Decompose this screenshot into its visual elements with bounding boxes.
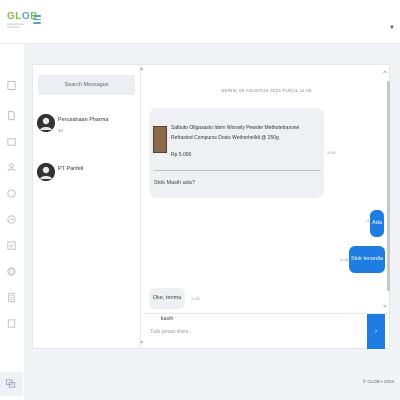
report-icon[interactable] — [6, 292, 17, 303]
contact-item[interactable]: PT Panfeli — [37, 163, 137, 193]
box-icon[interactable] — [6, 136, 17, 147]
date-separator: SENIN, 05 AGUSTUS 2024 PUKUL 11:08 — [221, 88, 312, 93]
book-icon[interactable] — [6, 318, 17, 329]
app-logo[interactable]: GLOB Global Pharma Commerce — [7, 11, 37, 34]
logo-text-1: GL — [7, 11, 22, 22]
footer-copyright: © GLOB • 2024 — [362, 379, 394, 384]
product-message-bubble: Salbuto Ollgasasto Idem Worsely Pewder M… — [149, 108, 324, 198]
checklist-icon[interactable] — [6, 240, 17, 251]
chevron-down-icon[interactable]: ▼ — [389, 25, 395, 31]
message-time: 11:08 — [327, 151, 336, 155]
menu-toggle-icon[interactable] — [33, 15, 41, 24]
chat-icon[interactable] — [5, 378, 16, 389]
message-input[interactable] — [146, 318, 369, 346]
logo-subtitle: Global Pharma Commerce — [7, 23, 24, 29]
logo-text-o: O — [21, 11, 31, 22]
divider — [154, 170, 321, 171]
messages-panel: Search Messages Perusahaan Pharma 1h PT … — [32, 64, 390, 349]
message-bubble-received: Oke, terima kasih — [149, 288, 185, 322]
message-time: 11:09 — [340, 258, 349, 262]
money-icon[interactable] — [6, 214, 17, 225]
sidebar — [0, 44, 25, 400]
dashboard-icon[interactable] — [6, 80, 17, 91]
avatar — [37, 163, 55, 181]
contact-time: 1h — [58, 128, 64, 133]
users-icon[interactable] — [6, 162, 17, 173]
send-button[interactable]: › — [367, 314, 385, 349]
contact-name: PT Panfeli — [58, 166, 84, 172]
scrollbar-thumb[interactable] — [387, 81, 390, 291]
message-time: 11:09 — [191, 297, 200, 301]
contact-list: Search Messages Perusahaan Pharma 1h PT … — [33, 65, 144, 348]
product-title[interactable]: Salbuto Ollgasasto Idem Worsely Pewder M… — [171, 123, 319, 143]
product-thumbnail[interactable] — [153, 126, 167, 153]
avatar — [37, 114, 55, 132]
message-text: Stok Masih ada? — [154, 180, 195, 186]
contact-name: Perusahaan Pharma — [58, 117, 109, 123]
settings-icon[interactable] — [6, 188, 17, 199]
conversation-pane: SENIN, 05 AGUSTUS 2024 PUKUL 11:08 Salbu… — [144, 65, 390, 349]
contact-item[interactable]: Perusahaan Pharma 1h — [37, 114, 137, 144]
product-price: Rp 5.000 — [171, 152, 192, 158]
search-messages-button[interactable]: Search Messages — [38, 75, 135, 95]
top-bar: GLOB Global Pharma Commerce ▼ — [0, 0, 400, 44]
globe-icon[interactable] — [6, 266, 17, 277]
compose-area: › — [144, 313, 389, 349]
message-bubble-sent: Stok tersedia — [349, 246, 385, 273]
document-icon[interactable] — [6, 110, 17, 121]
